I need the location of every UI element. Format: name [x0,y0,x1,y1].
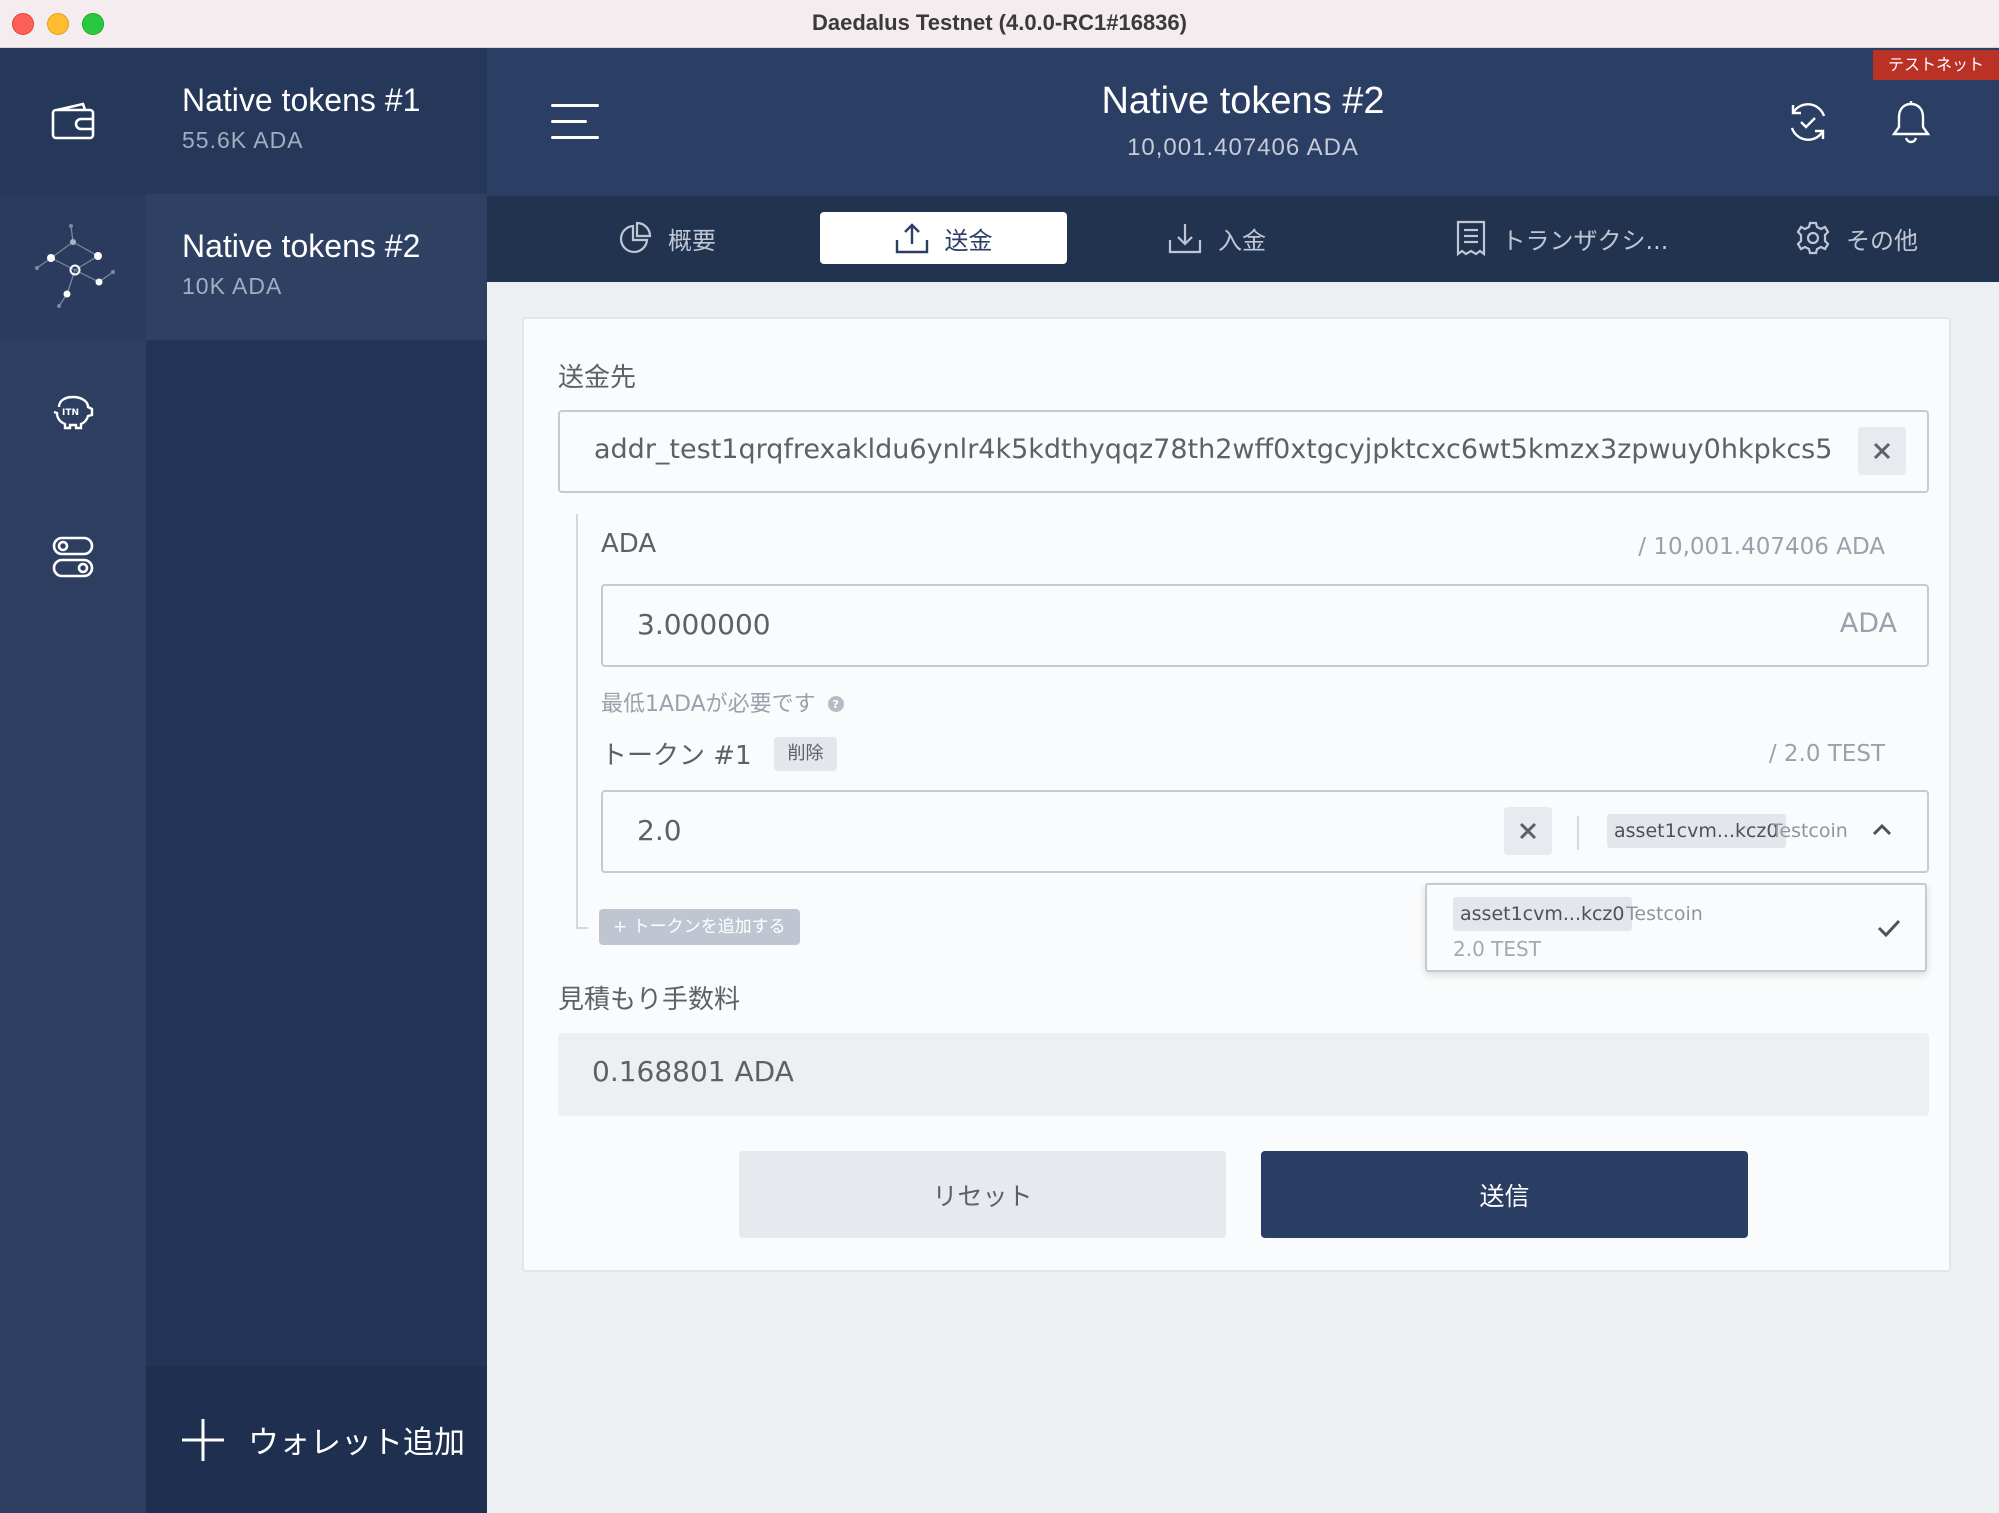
asset-option[interactable]: asset1cvm...kcz0 Testcoin 2.0 TEST [1427,885,1925,970]
tab-label: その他 [1846,226,1918,255]
wallet-item-native-tokens-2[interactable]: Native tokens #2 10K ADA [146,194,487,340]
option-asset-id: asset1cvm...kcz0 [1453,897,1632,931]
asset-selector-divider [1577,816,1579,850]
svg-text:?: ? [832,698,838,711]
wallet-tabs: 概要 送金 入金 トランザクシ... その他 [487,196,1999,282]
min-ada-note: 最低1ADAが必要です ? [601,686,845,718]
tab-label: 送金 [944,226,993,255]
token-available: / 2.0 TEST [1768,741,1885,767]
remove-token-button[interactable]: 削除 [774,737,837,771]
wallet-item-native-tokens-1[interactable]: Native tokens #1 55.6K ADA [146,48,487,194]
fee-label: 見積もり手数料 [558,985,741,1015]
receipt-icon [1456,220,1486,256]
sync-check-icon [1790,103,1826,141]
token-amount-value: 2.0 [637,814,682,847]
notifications-button[interactable] [1884,95,1938,149]
send-form-card: 送金先 addr_test1qrqfrexakldu6ynlr4k5kdthyq… [522,317,1951,1272]
sidebar-item-wallets[interactable] [23,71,123,171]
tab-summary[interactable]: 概要 [547,212,787,264]
gear-icon [1796,221,1830,255]
window-title: Daedalus Testnet (4.0.0-RC1#16836) [812,10,1187,35]
ada-amount-value: 3.000000 [637,608,771,641]
sidebar-item-settings[interactable] [23,507,123,607]
title-bar: Daedalus Testnet (4.0.0-RC1#16836) [0,0,1999,48]
bell-icon [1891,101,1931,144]
asset-name: Testcoin [1771,820,1848,842]
ada-amount-input[interactable]: 3.000000 ADA [601,584,1929,667]
clear-token-button[interactable] [1504,807,1552,855]
send-button[interactable]: 送信 [1261,1151,1748,1238]
asset-selector[interactable]: asset1cvm...kcz0 Testcoin [1599,792,1929,871]
asset-dropdown: asset1cvm...kcz0 Testcoin 2.0 TEST [1425,883,1927,972]
ada-available: / 10,001.407406 ADA [1638,534,1885,560]
sync-status-button[interactable] [1781,95,1835,149]
wallet-title: Native tokens #2 [1101,80,1385,122]
testnet-badge: テストネット [1873,50,1999,80]
receiver-input[interactable]: addr_test1qrqfrexakldu6ynlr4k5kdthyqqz78… [558,410,1929,493]
add-wallet-button[interactable]: ウォレット追加 [146,1366,487,1513]
reset-button[interactable]: リセット [739,1151,1226,1238]
piggy-bank-icon: ITN [53,395,94,430]
assets-group-line [576,514,578,929]
wallet-amount: 10,001.407406 ADA [1127,134,1359,161]
add-wallet-label: ウォレット追加 [248,1425,465,1461]
receiver-value: addr_test1qrqfrexakldu6ynlr4k5kdthyqqz78… [594,434,1834,465]
option-asset-name: Testcoin [1626,903,1703,925]
receiver-label: 送金先 [558,363,637,393]
tab-receive[interactable]: 入金 [1097,212,1337,264]
asset-id-chip: asset1cvm...kcz0 [1607,814,1786,848]
chevron-up-icon [1872,823,1892,836]
icon-sidebar: ITN [0,48,146,1513]
network-graph-icon [35,224,115,308]
token-label: トークン #1 [601,741,752,771]
token-amount-input[interactable]: 2.0 asset1cvm...kcz0 Testcoin [601,790,1929,873]
sidebar-item-network[interactable] [23,218,123,318]
wallet-balance: 55.6K ADA [182,127,304,153]
wallet-name: Native tokens #1 [182,82,421,118]
add-token-button[interactable]: + トークンを追加する [599,909,800,945]
tab-label: トランザクシ... [1501,226,1669,255]
checkmark-icon [1877,919,1901,937]
toggle-settings-icon [52,536,94,578]
option-amount: 2.0 TEST [1453,937,1541,961]
min-ada-text: 最低1ADAが必要です [601,692,816,717]
close-icon [1519,822,1537,840]
clear-receiver-button[interactable] [1858,427,1906,475]
svg-text:ITN: ITN [62,408,79,418]
tab-label: 概要 [668,226,716,255]
assets-group-line-end [576,927,588,929]
pie-chart-icon [618,221,652,255]
tab-label: 入金 [1218,226,1266,255]
wallet-icon [51,102,95,140]
ada-label: ADA [601,529,657,559]
fee-value: 0.168801 ADA [592,1055,794,1088]
app-window: Daedalus Testnet (4.0.0-RC1#16836) ITN N… [0,0,1999,1513]
tab-more[interactable]: その他 [1757,212,1957,264]
sidebar-item-itn[interactable]: ITN [23,362,123,462]
close-icon [1873,442,1891,460]
upload-icon [895,222,929,254]
plus-icon [182,1418,224,1461]
wallet-balance: 10K ADA [182,273,283,299]
tab-transactions[interactable]: トランザクシ... [1417,212,1707,264]
ada-unit: ADA [1839,608,1897,639]
help-icon[interactable]: ? [827,695,845,713]
wallet-list: Native tokens #1 55.6K ADA Native tokens… [146,48,487,1513]
fee-display: 0.168801 ADA [558,1033,1929,1116]
download-icon [1168,222,1202,254]
wallet-name: Native tokens #2 [182,228,421,264]
wallet-header: Native tokens #2 10,001.407406 ADA テストネッ… [487,48,1999,196]
tab-send[interactable]: 送金 [820,212,1067,264]
